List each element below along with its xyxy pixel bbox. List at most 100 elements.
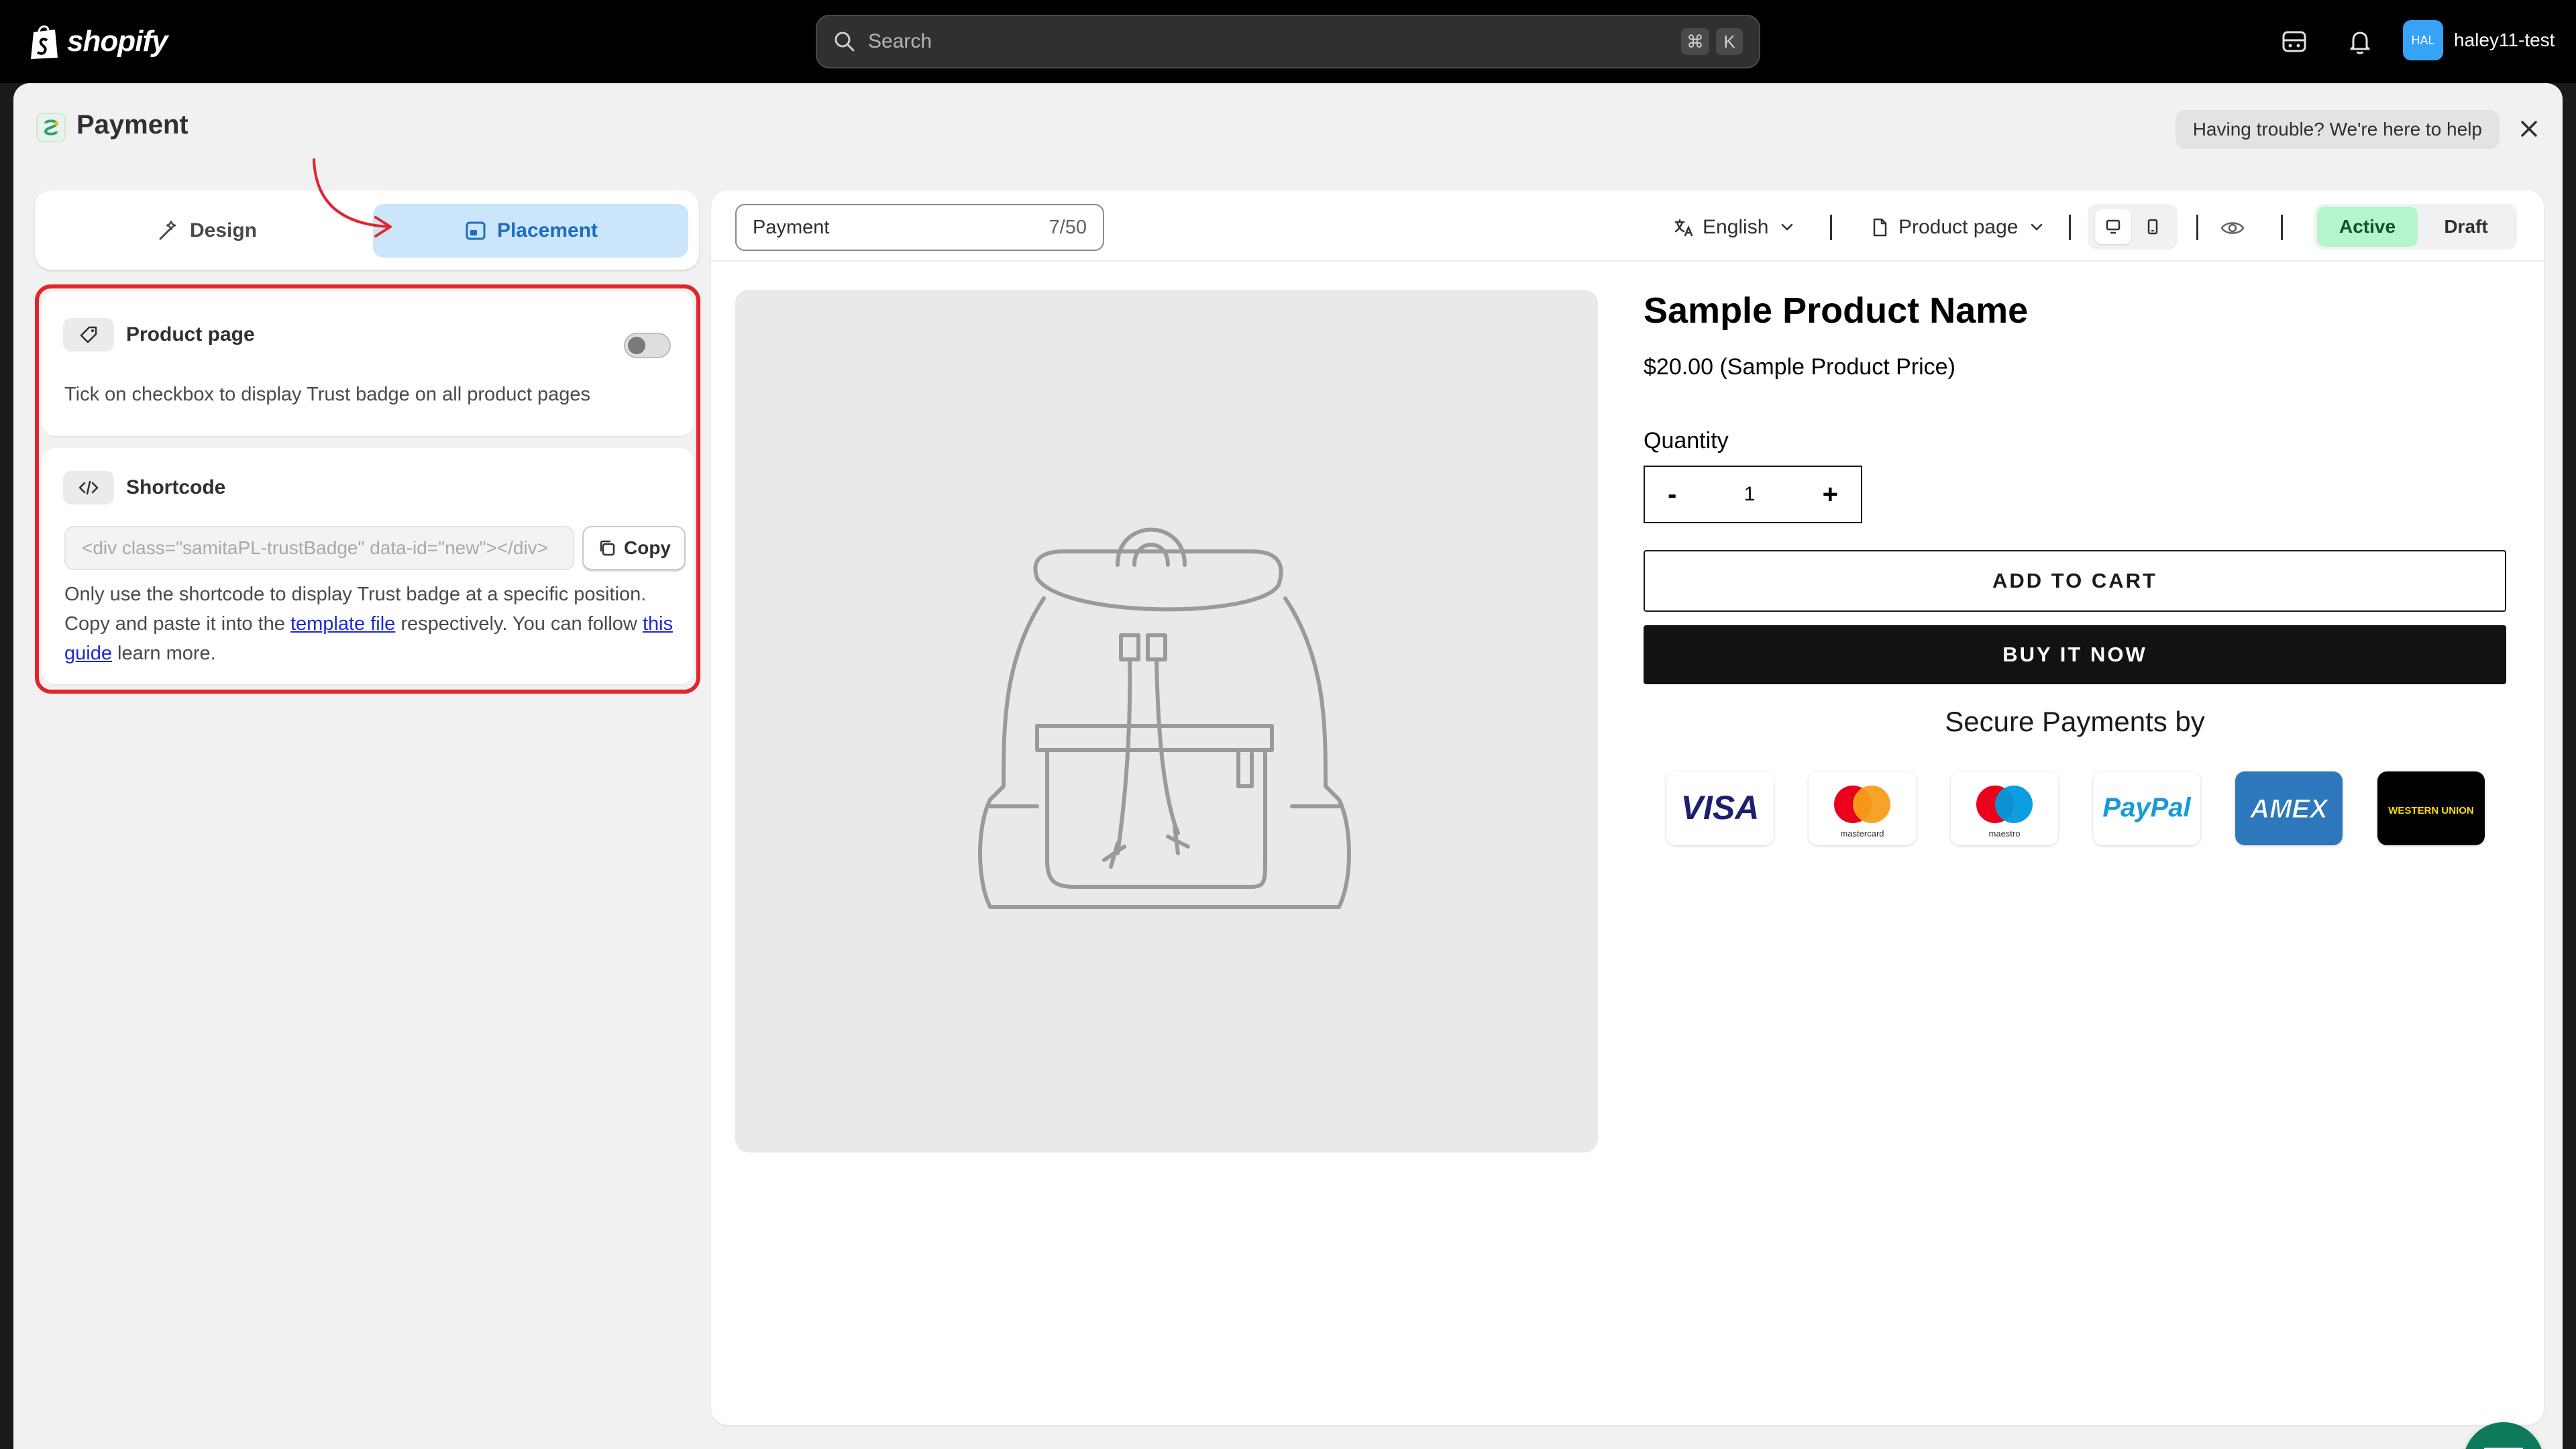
store-icon[interactable] [2279, 27, 2309, 56]
page-selector[interactable]: Product page [1869, 209, 2047, 246]
shortcut-key-cmd: ⌘ [1681, 28, 1709, 55]
quantity-value[interactable]: 1 [1744, 483, 1756, 506]
code-icon [63, 471, 114, 504]
paypal-text: PayPal [2102, 793, 2191, 822]
buy-now-button[interactable]: BUY IT NOW [1644, 625, 2506, 684]
copy-button[interactable]: Copy [582, 526, 686, 570]
amex-logo: AMEX [2249, 794, 2330, 824]
paypal-logo: PayPal [2102, 793, 2191, 822]
paypal-badge: PayPal [2093, 771, 2200, 845]
desktop-icon [2106, 219, 2120, 234]
user-menu[interactable]: HAL haley11-test [2403, 20, 2555, 60]
mastercard-logo: mastercard [1834, 786, 1890, 839]
preview-toolbar: Payment 7/50 English Product page Active… [711, 191, 2544, 262]
shortcode-input[interactable]: <div class="samitaPL-trustBadge" data-id… [64, 526, 574, 570]
user-name: haley11-test [2454, 30, 2555, 50]
quantity-minus-button[interactable]: - [1668, 480, 1676, 510]
shortcode-title: Shortcode [126, 476, 226, 498]
status-active-button[interactable]: Active [2317, 207, 2418, 247]
maestro-text: maestro [1989, 828, 2021, 839]
status-toggle: Active Draft [2314, 204, 2517, 250]
maestro-badge: maestro [1951, 771, 2058, 845]
mastercard-badge: mastercard [1809, 771, 1916, 845]
tab-placement[interactable]: Placement [373, 204, 688, 258]
mobile-view-button[interactable] [2135, 209, 2171, 244]
amex-text: AMEX [2249, 794, 2329, 824]
divider [2196, 215, 2198, 240]
app-window: Payment Having trouble? We're here to he… [13, 83, 2563, 1449]
tag-icon [63, 318, 114, 352]
search-placeholder: Search [868, 30, 932, 52]
divider [1830, 215, 1832, 240]
desktop-view-button[interactable] [2094, 209, 2131, 244]
help-button[interactable]: Having trouble? We're here to help [2175, 110, 2500, 149]
visa-text: VISA [1681, 789, 1760, 826]
app-logo-icon [36, 113, 66, 142]
shortcode-card: Shortcode <div class="samitaPL-trustBadg… [42, 448, 694, 684]
divider [2069, 215, 2071, 240]
shortcode-desc-text-3: learn more. [111, 643, 216, 664]
chevron-down-icon [1782, 223, 1793, 231]
mastercard-text: mastercard [1840, 828, 1884, 839]
tab-placement-label: Placement [496, 219, 598, 241]
char-count: 7/50 [1049, 216, 1087, 238]
visa-logo: VISA [1681, 789, 1760, 826]
template-file-link[interactable]: template file [290, 613, 395, 635]
avatar: HAL [2403, 20, 2443, 60]
product-price: $20.00 (Sample Product Price) [1644, 354, 1955, 380]
page-title: Payment [76, 110, 189, 140]
badge-name-value: Payment [753, 216, 830, 238]
tab-design-label: Design [189, 219, 258, 241]
search-bar[interactable]: Search ⌘ K [816, 15, 1760, 68]
western-union-text: WESTERN UNION [2388, 805, 2474, 816]
quantity-stepper: - 1 + [1644, 466, 1862, 523]
visa-badge: VISA [1666, 771, 1774, 845]
add-to-cart-button[interactable]: ADD TO CART [1644, 550, 2506, 612]
quantity-plus-button[interactable]: + [1823, 480, 1838, 510]
product-page-toggle[interactable] [624, 333, 671, 358]
status-draft-button[interactable]: Draft [2418, 207, 2514, 247]
product-name: Sample Product Name [1644, 290, 2029, 331]
language-label: English [1703, 216, 1769, 238]
preview-panel: Payment 7/50 English Product page Active… [711, 191, 2544, 1425]
logo-text: shopify [67, 25, 168, 58]
page-icon [1873, 218, 1887, 237]
translate-icon [1674, 219, 1693, 237]
maestro-logo: maestro [1976, 786, 2033, 839]
shopify-bag-icon [31, 25, 58, 59]
bell-icon[interactable] [2345, 27, 2375, 56]
chat-button[interactable] [2463, 1422, 2544, 1449]
toggle-knob [628, 337, 645, 354]
product-page-description: Tick on checkbox to display Trust badge … [64, 384, 590, 405]
backpack-icon [978, 527, 1351, 909]
placement-options: Product page Tick on checkbox to display… [35, 284, 700, 694]
chat-icon [2484, 1448, 2523, 1449]
shopify-logo[interactable]: shopify [28, 23, 168, 60]
western-union-logo: WESTERN UNION [2388, 805, 2474, 816]
secure-payments-title: Secure Payments by [1945, 706, 2205, 737]
close-icon[interactable] [2513, 113, 2545, 145]
magic-wand-icon [159, 220, 176, 240]
quantity-label: Quantity [1644, 428, 1729, 453]
payment-badges: VISA mastercard maestro PayPal AMEX WEST… [1666, 771, 2485, 845]
shortcode-desc-text-2: respectively. You can follow [395, 613, 643, 635]
product-image [735, 290, 1598, 1152]
divider [2281, 215, 2283, 240]
search-icon [835, 32, 855, 52]
product-page-card: Product page Tick on checkbox to display… [42, 291, 694, 436]
badge-name-input[interactable]: Payment 7/50 [735, 204, 1104, 251]
device-toggle [2088, 204, 2178, 250]
copy-icon [600, 540, 615, 556]
layout-icon [466, 221, 486, 240]
western-union-badge: WESTERN UNION [2377, 771, 2485, 845]
shortcode-description: Only use the shortcode to display Trust … [64, 580, 682, 668]
mobile-icon [2147, 219, 2157, 235]
page-label: Product page [1898, 216, 2019, 238]
eye-icon[interactable] [2219, 215, 2246, 241]
amex-badge: AMEX [2235, 771, 2343, 845]
copy-label: Copy [624, 537, 671, 558]
product-page-title: Product page [126, 323, 255, 345]
annotation-arrow [313, 158, 392, 237]
shortcut-key-k: K [1716, 28, 1743, 55]
language-selector[interactable]: English [1673, 209, 1798, 246]
